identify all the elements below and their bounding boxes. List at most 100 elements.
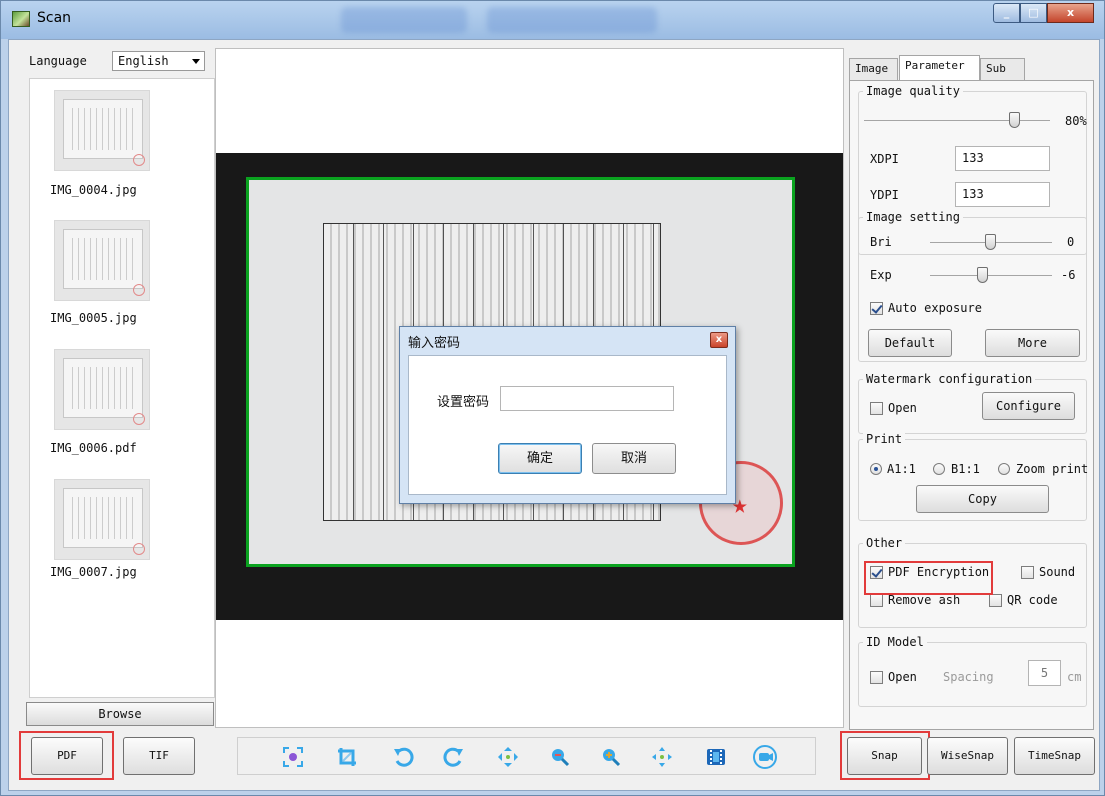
dialog-close-button[interactable]: x	[710, 332, 728, 348]
rotate-right-icon[interactable]	[440, 744, 468, 770]
thumbnail-preview-icon	[63, 358, 143, 418]
thumbnail-img-0005[interactable]	[54, 220, 150, 301]
default-button[interactable]: Default	[868, 329, 952, 357]
image-quality-slider-track[interactable]	[864, 120, 1050, 121]
password-input[interactable]	[500, 386, 674, 411]
print-b1-label: B1:1	[951, 462, 980, 476]
xdpi-field[interactable]: 133	[955, 146, 1050, 171]
tif-button[interactable]: TIF	[123, 737, 195, 775]
thumbnail-label: IMG_0004.jpg	[50, 183, 137, 197]
sound-checkbox[interactable]	[1021, 566, 1034, 579]
print-a1-radio[interactable]	[870, 463, 882, 475]
qr-code-label: QR code	[1007, 593, 1058, 607]
close-button[interactable]: x	[1047, 3, 1094, 23]
exposure-slider-thumb[interactable]	[977, 267, 988, 283]
image-toolbar	[237, 737, 816, 775]
more-button[interactable]: More	[985, 329, 1080, 357]
window-title: Scan	[37, 10, 72, 26]
xdpi-label: XDPI	[870, 152, 899, 166]
spacing-label: Spacing	[943, 670, 994, 684]
zoom-in-icon[interactable]	[597, 744, 625, 770]
stamp-icon	[133, 154, 145, 166]
password-label: 设置密码	[437, 395, 490, 410]
pdf-highlight-box	[19, 731, 114, 780]
thumbnail-label: IMG_0006.pdf	[50, 441, 137, 455]
print-a1-label: A1:1	[887, 462, 916, 476]
titlebar-blur-1	[341, 7, 467, 33]
crop-icon[interactable]	[333, 744, 361, 770]
image-quality-slider-thumb[interactable]	[1009, 112, 1020, 128]
thumbnail-preview-icon	[63, 229, 143, 289]
move-icon[interactable]	[494, 744, 522, 770]
watermark-open-checkbox[interactable]	[870, 402, 883, 415]
ydpi-field[interactable]: 133	[955, 182, 1050, 207]
focus-icon[interactable]	[279, 744, 307, 770]
titlebar-blur-2	[487, 7, 657, 33]
qr-code-checkbox[interactable]	[989, 594, 1002, 607]
window-controls: _ □ x	[993, 3, 1094, 23]
main-window: Scan _ □ x Language English IMG_0004.jpg	[0, 0, 1105, 796]
id-model-open-checkbox[interactable]	[870, 671, 883, 684]
language-select[interactable]: English	[112, 51, 205, 71]
id-model-title: ID Model	[863, 635, 927, 649]
id-model-open-label: Open	[888, 670, 917, 684]
camera-icon[interactable]	[751, 744, 779, 770]
copy-button[interactable]: Copy	[916, 485, 1049, 513]
stamp-icon	[133, 413, 145, 425]
zoom-print-label: Zoom print	[1016, 462, 1089, 476]
other-title: Other	[863, 536, 906, 550]
exposure-value: -6	[1061, 268, 1076, 282]
id-model-group: ID Model Open Spacing 5 cm	[858, 635, 1087, 707]
brightness-slider-thumb[interactable]	[985, 234, 996, 250]
thumbnail-preview-icon	[63, 99, 143, 159]
remove-ash-checkbox[interactable]	[870, 594, 883, 607]
film-icon[interactable]	[702, 744, 730, 770]
stamp-icon	[133, 284, 145, 296]
brightness-label: Bri	[870, 235, 892, 249]
thumbnail-label: IMG_0005.jpg	[50, 311, 137, 325]
scan-preview: ★ 输入密码 x 设置密码 确定 取消	[215, 48, 844, 728]
thumbnail-img-0007[interactable]	[54, 479, 150, 560]
auto-exposure-label: Auto exposure	[888, 301, 982, 315]
thumbnail-img-0006[interactable]	[54, 349, 150, 430]
thumbnail-label: IMG_0007.jpg	[50, 565, 137, 579]
fit-icon[interactable]	[648, 744, 676, 770]
watermark-title: Watermark configuration	[863, 372, 1036, 386]
maximize-button[interactable]: □	[1020, 3, 1047, 23]
image-setting-group: Image setting Bri 0 Exp -6 Auto exposure…	[858, 210, 1087, 362]
ok-button[interactable]: 确定	[498, 443, 582, 474]
settings-panel: Image Parameter Sub Image quality 80% XD…	[849, 48, 1094, 730]
watermark-open-label: Open	[888, 401, 917, 415]
zoom-out-icon[interactable]	[546, 744, 574, 770]
tab-image[interactable]: Image	[849, 58, 898, 80]
cancel-button[interactable]: 取消	[592, 443, 676, 474]
image-quality-value: 80%	[1065, 114, 1087, 128]
thumbnail-img-0004[interactable]	[54, 90, 150, 171]
chevron-down-icon	[192, 59, 200, 64]
thumbnail-preview-icon	[63, 488, 143, 548]
zoom-print-radio[interactable]	[998, 463, 1010, 475]
wisesnap-button[interactable]: WiseSnap	[927, 737, 1008, 775]
exposure-label: Exp	[870, 268, 892, 282]
spacing-input[interactable]: 5	[1028, 660, 1061, 686]
tab-sub[interactable]: Sub	[980, 58, 1025, 80]
title-bar: Scan _ □ x	[1, 1, 1104, 39]
sound-label: Sound	[1039, 565, 1076, 579]
exposure-slider-track[interactable]	[930, 275, 1052, 276]
print-group: Print A1:1 B1:1 Zoom print Copy	[858, 432, 1089, 521]
tab-parameter[interactable]: Parameter	[899, 55, 980, 80]
print-b1-radio[interactable]	[933, 463, 945, 475]
app-client-area: Language English IMG_0004.jpg IMG_0005.j…	[8, 39, 1100, 791]
language-label: Language	[29, 54, 87, 68]
browse-button[interactable]: Browse	[26, 702, 214, 726]
minimize-button[interactable]: _	[993, 3, 1020, 23]
auto-exposure-checkbox[interactable]	[870, 302, 883, 315]
configure-button[interactable]: Configure	[982, 392, 1075, 420]
language-select-value: English	[118, 54, 169, 68]
snap-highlight-box	[840, 731, 930, 780]
image-setting-title: Image setting	[863, 210, 963, 224]
timesnap-button[interactable]: TimeSnap	[1014, 737, 1095, 775]
brightness-value: 0	[1067, 235, 1075, 249]
ydpi-label: YDPI	[870, 188, 899, 202]
rotate-left-icon[interactable]	[389, 744, 417, 770]
